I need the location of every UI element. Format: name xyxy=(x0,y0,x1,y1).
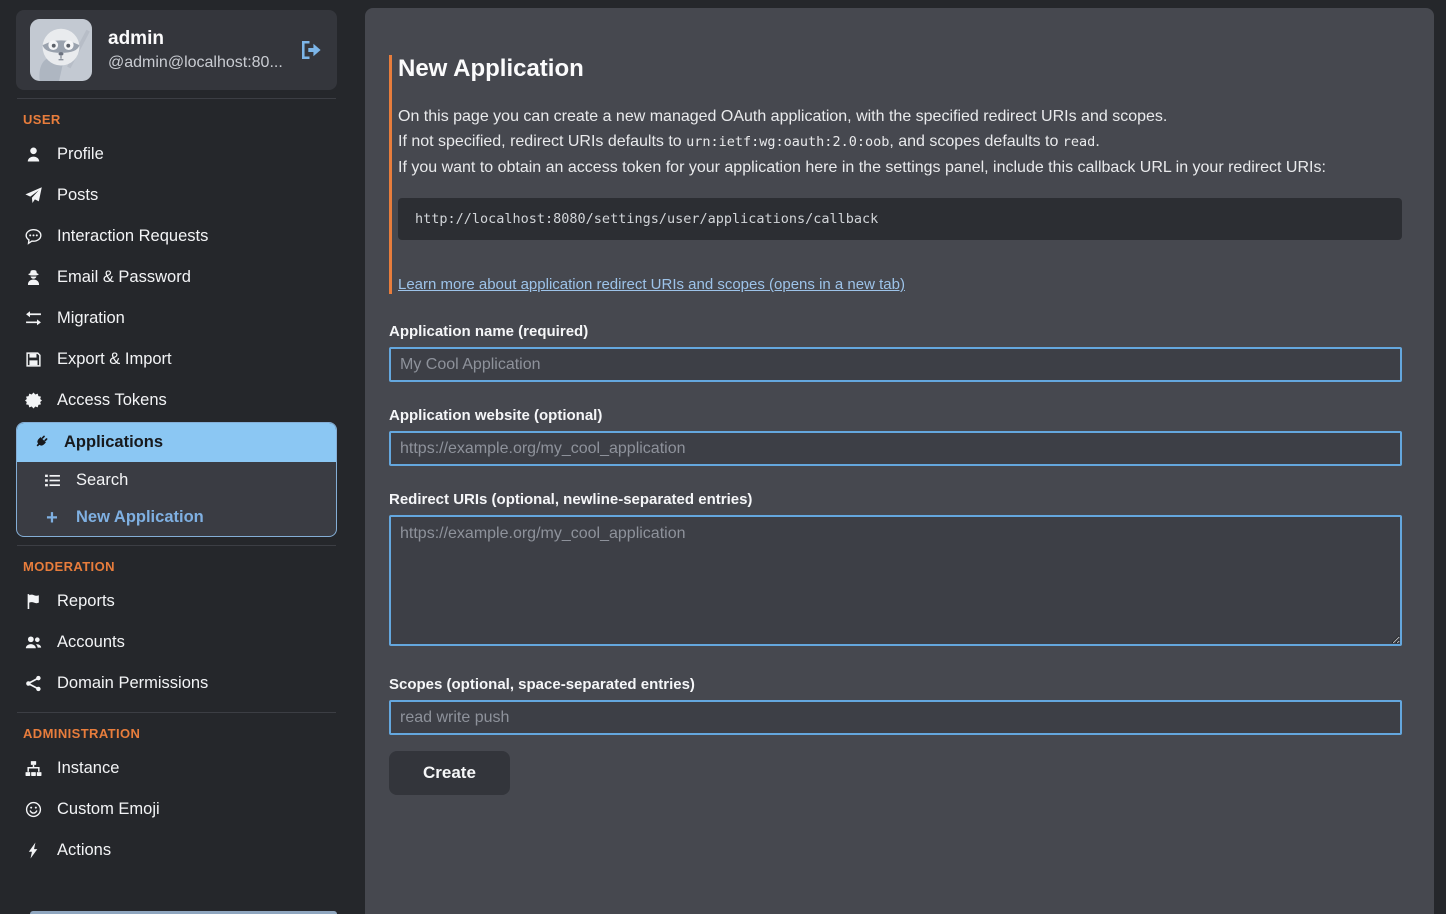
section-header-administration: ADMINISTRATION xyxy=(23,726,337,741)
user-meta: admin @admin@localhost:80... xyxy=(108,28,283,72)
sidebar-item-email-password[interactable]: Email & Password xyxy=(16,257,337,298)
scopes-label: Scopes (optional, space-separated entrie… xyxy=(389,676,1402,693)
redirect-uris-label: Redirect URIs (optional, newline-separat… xyxy=(389,491,1402,508)
application-website-label: Application website (optional) xyxy=(389,407,1402,424)
divider xyxy=(17,545,336,546)
sidebar-item-applications[interactable]: Applications xyxy=(17,423,336,462)
bolt-icon xyxy=(23,842,43,859)
main-area: New Application On this page you can cre… xyxy=(355,0,1446,914)
certificate-icon xyxy=(23,392,43,409)
intro-line-1: On this page you can create a new manage… xyxy=(398,104,1402,129)
sidebar-item-actions[interactable]: Actions xyxy=(16,830,337,871)
sidebar-item-label: Export & Import xyxy=(57,350,172,369)
list-icon xyxy=(42,472,62,489)
sidebar-item-domain-permissions[interactable]: Domain Permissions xyxy=(16,663,337,704)
user-display-name: admin xyxy=(108,28,283,50)
sidebar-item-label: Access Tokens xyxy=(57,391,167,410)
sidebar-item-instance[interactable]: Instance xyxy=(16,748,337,789)
callback-url-code-block: http://localhost:8080/settings/user/appl… xyxy=(398,198,1402,240)
smile-icon xyxy=(23,801,43,818)
sidebar-item-profile[interactable]: Profile xyxy=(16,134,337,175)
sidebar-item-custom-emoji[interactable]: Custom Emoji xyxy=(16,789,337,830)
sidebar-item-applications-search[interactable]: Search xyxy=(17,462,336,499)
sidebar-item-label: Profile xyxy=(57,145,104,164)
redirect-uris-textarea[interactable] xyxy=(389,515,1402,646)
floppy-disk-icon xyxy=(23,351,43,368)
applications-menu-group: Applications Search + New Application xyxy=(16,422,337,537)
user-handle: @admin@localhost:80... xyxy=(108,54,283,72)
sidebar-item-label: Posts xyxy=(57,186,98,205)
application-website-input[interactable] xyxy=(389,431,1402,466)
new-application-form: Application name (required) Application … xyxy=(389,323,1402,795)
plus-icon: + xyxy=(42,509,62,526)
section-header-user: USER xyxy=(23,112,337,127)
comment-dots-icon xyxy=(23,228,43,245)
sidebar-item-interaction-requests[interactable]: Interaction Requests xyxy=(16,216,337,257)
sidebar-item-posts[interactable]: Posts xyxy=(16,175,337,216)
read-code: read xyxy=(1063,134,1096,150)
sidebar-item-label: Email & Password xyxy=(57,268,191,287)
avatar xyxy=(30,19,92,81)
redirect-uris-field-group: Redirect URIs (optional, newline-separat… xyxy=(389,491,1402,651)
paper-plane-icon xyxy=(23,187,43,204)
sidebar-item-label: Instance xyxy=(57,759,119,778)
users-icon xyxy=(23,634,43,651)
application-name-label: Application name (required) xyxy=(389,323,1402,340)
flag-icon xyxy=(23,593,43,610)
application-website-field-group: Application website (optional) xyxy=(389,407,1402,466)
sidebar-item-label: Search xyxy=(76,471,128,490)
sidebar-item-label: Reports xyxy=(57,592,115,611)
sidebar-item-label: Migration xyxy=(57,309,125,328)
plug-icon xyxy=(30,434,50,451)
divider xyxy=(17,712,336,713)
application-name-field-group: Application name (required) xyxy=(389,323,1402,382)
exchange-icon xyxy=(23,310,43,327)
sidebar-item-reports[interactable]: Reports xyxy=(16,581,337,622)
settings-sidebar: admin @admin@localhost:80... USER Profil… xyxy=(0,0,355,914)
sidebar-item-label: Custom Emoji xyxy=(57,800,160,819)
page-title: New Application xyxy=(398,55,1402,83)
create-button[interactable]: Create xyxy=(389,751,510,795)
sidebar-item-label: Actions xyxy=(57,841,111,860)
sidebar-item-new-application[interactable]: + New Application xyxy=(17,499,336,536)
sidebar-item-access-tokens[interactable]: Access Tokens xyxy=(16,380,337,421)
sidebar-item-migration[interactable]: Migration xyxy=(16,298,337,339)
intro-line-2: If not specified, redirect URIs defaults… xyxy=(398,129,1402,155)
user-card[interactable]: admin @admin@localhost:80... xyxy=(16,10,337,90)
sidebar-item-label: Interaction Requests xyxy=(57,227,208,246)
sidebar-item-label: Accounts xyxy=(57,633,125,652)
section-header-moderation: MODERATION xyxy=(23,559,337,574)
sitemap-icon xyxy=(23,760,43,777)
scopes-field-group: Scopes (optional, space-separated entrie… xyxy=(389,676,1402,735)
user-secret-icon xyxy=(23,269,43,286)
learn-more-link[interactable]: Learn more about application redirect UR… xyxy=(398,276,905,293)
sidebar-item-label: Domain Permissions xyxy=(57,674,208,693)
sidebar-item-export-import[interactable]: Export & Import xyxy=(16,339,337,380)
scopes-input[interactable] xyxy=(389,700,1402,735)
sidebar-item-label: New Application xyxy=(76,508,204,527)
intro-line-3: If you want to obtain an access token fo… xyxy=(398,155,1402,180)
share-nodes-icon xyxy=(23,675,43,692)
user-icon xyxy=(23,146,43,163)
sidebar-item-label: Applications xyxy=(64,433,163,452)
new-application-panel: New Application On this page you can cre… xyxy=(365,8,1434,914)
sidebar-item-accounts[interactable]: Accounts xyxy=(16,622,337,663)
application-name-input[interactable] xyxy=(389,347,1402,382)
divider xyxy=(17,98,336,99)
sign-out-icon[interactable] xyxy=(299,38,323,62)
oob-code: urn:ietf:wg:oauth:2.0:oob xyxy=(686,134,889,150)
intro-section: New Application On this page you can cre… xyxy=(389,55,1402,294)
